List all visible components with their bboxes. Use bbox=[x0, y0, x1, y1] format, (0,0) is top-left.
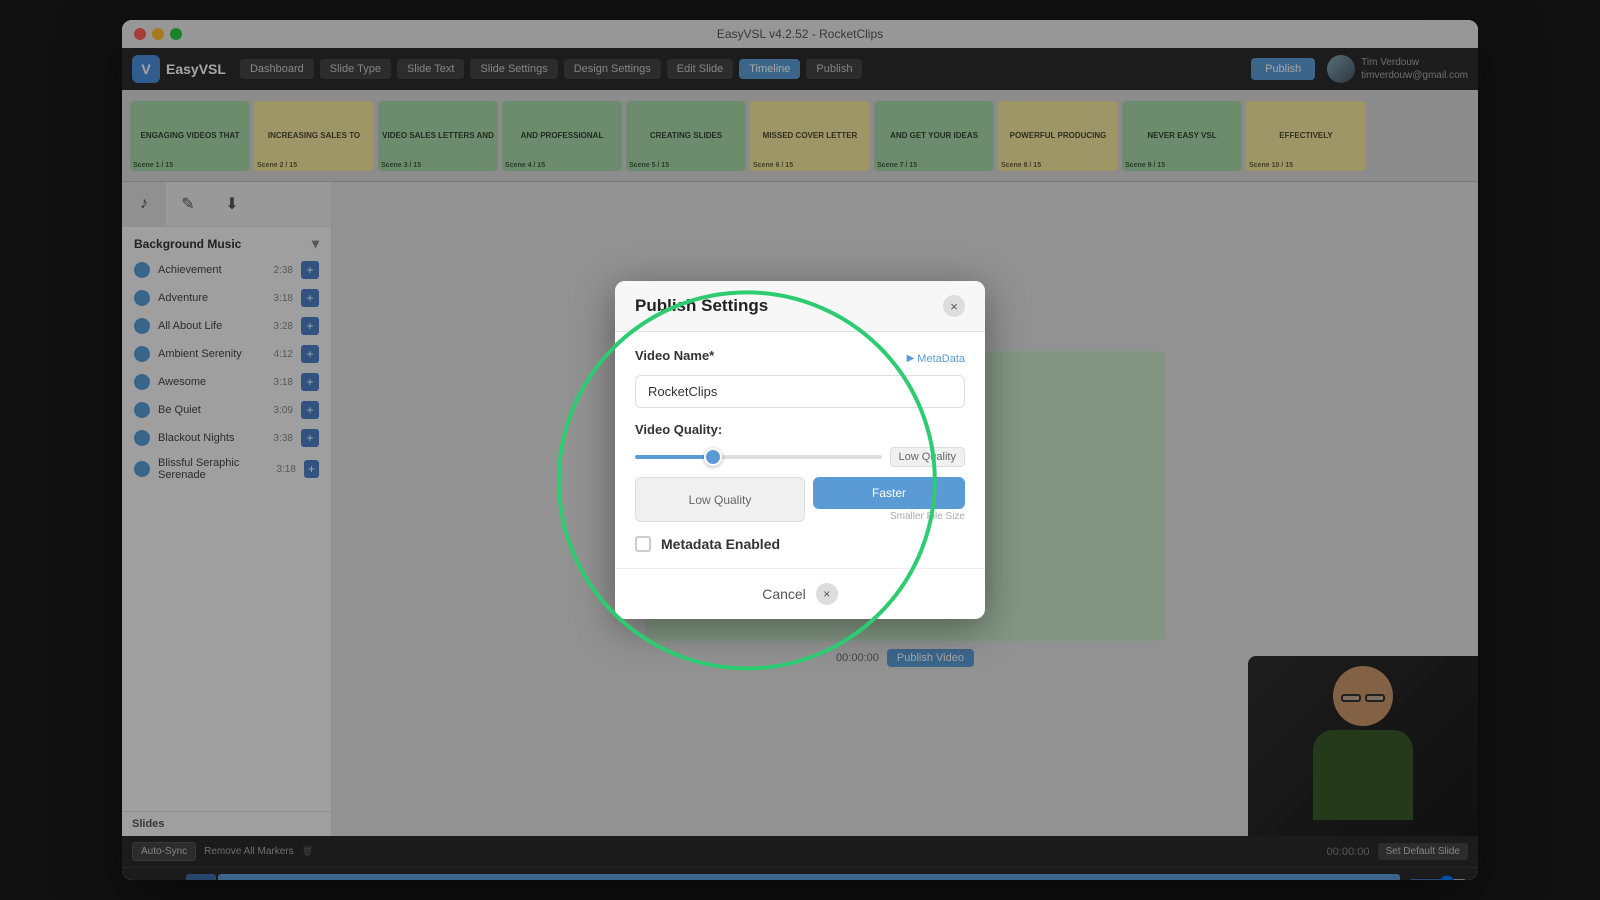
quality-slider[interactable] bbox=[635, 455, 882, 459]
quality-slider-row: Low Quality bbox=[635, 447, 965, 467]
quality-label: Video Quality: bbox=[635, 422, 965, 437]
metadata-row: Metadata Enabled bbox=[635, 536, 965, 552]
cancel-x-btn[interactable]: × bbox=[816, 583, 838, 605]
metadata-enabled-label: Metadata Enabled bbox=[661, 536, 780, 552]
low-quality-btn[interactable]: Low Quality bbox=[635, 477, 805, 522]
metadata-checkbox[interactable] bbox=[635, 536, 651, 552]
modal-close-btn[interactable]: × bbox=[943, 295, 965, 317]
video-name-input[interactable] bbox=[635, 375, 965, 408]
video-name-row: Video Name* ▶ MetaData bbox=[635, 348, 965, 369]
modal-footer: Cancel × bbox=[615, 568, 985, 619]
modal-body: Video Name* ▶ MetaData Video Quality: Lo… bbox=[615, 332, 985, 568]
publish-settings-modal: Publish Settings × Video Name* ▶ MetaDat… bbox=[615, 281, 985, 619]
modal-backdrop: Publish Settings × Video Name* ▶ MetaDat… bbox=[122, 20, 1478, 880]
quality-buttons: Low Quality Faster Smaller File Size bbox=[635, 477, 965, 522]
video-name-label: Video Name* bbox=[635, 348, 714, 363]
app-window: EasyVSL v4.2.52 - RocketClips V EasyVSL … bbox=[122, 20, 1478, 880]
quality-badge: Low Quality bbox=[890, 447, 965, 467]
cancel-btn[interactable]: Cancel bbox=[762, 586, 806, 602]
modal-title: Publish Settings bbox=[635, 296, 768, 316]
quality-section: Video Quality: Low Quality Low Quality F… bbox=[635, 422, 965, 522]
modal-header: Publish Settings × bbox=[615, 281, 985, 332]
faster-btn-wrapper: Faster Smaller File Size bbox=[813, 477, 965, 522]
quality-note: Smaller File Size bbox=[813, 511, 965, 522]
faster-btn[interactable]: Faster bbox=[813, 477, 965, 509]
metadata-link[interactable]: ▶ MetaData bbox=[907, 353, 965, 365]
